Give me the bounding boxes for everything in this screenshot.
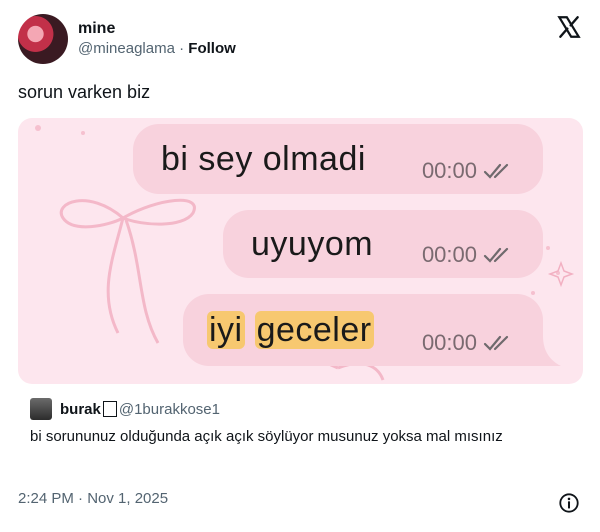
x-logo-icon[interactable] — [556, 14, 582, 40]
double-check-icon — [483, 335, 509, 351]
follow-link[interactable]: Follow — [188, 40, 236, 57]
message-time: 00:00 — [421, 158, 477, 183]
quoted-avatar[interactable] — [30, 398, 52, 420]
message-meta: 00:00 — [422, 242, 515, 268]
message-bubble[interactable]: iyi geceler 00:00 — [183, 294, 543, 366]
tweet-media-image[interactable]: bi sey olmadi 00:00 uyuyom 00:00 iyi gec… — [18, 118, 583, 384]
message-meta: 00:00 — [422, 158, 515, 184]
quoted-header: burak @1burakkose1 — [18, 398, 583, 420]
verified-badge-icon — [102, 401, 117, 417]
info-icon[interactable] — [558, 492, 580, 514]
message-text: bi sey olmadi — [161, 139, 366, 178]
tweet-text: sorun varken biz — [18, 82, 151, 102]
tweet-timestamp[interactable]: 2:24 PM · Nov 1, 2025 — [18, 490, 168, 507]
message-bubble[interactable]: bi sey olmadi 00:00 — [133, 124, 543, 194]
quoted-text: bi sorununuz olduğunda açık açık söylüyo… — [30, 428, 503, 445]
highlighted-word: iyi — [207, 310, 245, 349]
bubble-tail — [535, 336, 561, 366]
separator-dot: · — [179, 40, 185, 57]
author-handle[interactable]: @mineaglama — [78, 40, 175, 57]
double-check-icon — [483, 163, 509, 179]
author-info: mine @mineaglama · Follow — [78, 19, 236, 59]
message-time: 00:00 — [421, 242, 477, 267]
highlighted-word: geceler — [254, 310, 374, 349]
tweet-header: mine @mineaglama · Follow — [18, 14, 236, 64]
message-text: iyi geceler — [207, 310, 374, 350]
message-time: 00:00 — [421, 330, 477, 355]
handle-line: @mineaglama · Follow — [78, 39, 236, 59]
message-meta: 00:00 — [422, 330, 515, 356]
author-avatar[interactable] — [18, 14, 68, 64]
message-text: uyuyom — [251, 224, 374, 263]
message-bubble[interactable]: uyuyom 00:00 — [223, 210, 543, 278]
quoted-handle[interactable]: @1burakkose1 — [119, 401, 220, 418]
display-name[interactable]: mine — [78, 19, 236, 39]
double-check-icon — [483, 247, 509, 263]
quoted-tweet[interactable]: burak @1burakkose1 bi sorununuz olduğund… — [18, 398, 583, 445]
quoted-name[interactable]: burak — [60, 401, 101, 418]
